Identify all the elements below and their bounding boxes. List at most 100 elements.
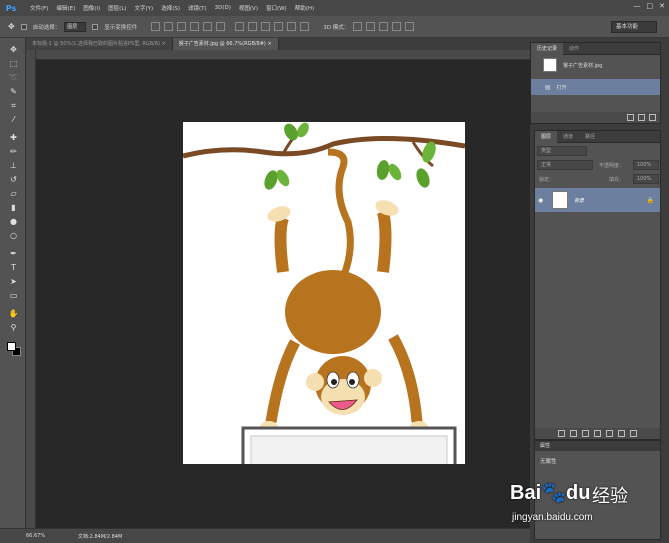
link-layers-icon[interactable] — [558, 430, 565, 437]
blur-icon[interactable]: ● — [8, 216, 19, 227]
delete-layer-icon[interactable] — [630, 430, 637, 437]
watermark-url: jingyan.baidu.com — [512, 512, 593, 523]
menu-help[interactable]: 帮助(H) — [295, 4, 314, 12]
menu-filter[interactable]: 滤镜(T) — [188, 4, 207, 12]
history-snapshot[interactable]: 猴子广告素材.jpg — [531, 57, 660, 73]
type-icon[interactable]: T — [8, 262, 19, 273]
kind-filter[interactable]: 类型 — [537, 146, 587, 156]
distribute-right-icon[interactable] — [300, 22, 310, 31]
tab-channels[interactable]: 通道 — [557, 131, 579, 143]
new-group-icon[interactable] — [606, 430, 613, 437]
tab-actions[interactable]: 动作 — [563, 43, 585, 55]
options-bar: ✥ 自动选择： 图层 显示变换控件 3D 模式： 基本功能 — [0, 16, 669, 38]
menu-edit[interactable]: 编辑(E) — [56, 4, 75, 12]
lock-icon: 🔒 — [646, 196, 654, 204]
distribute-top-icon[interactable] — [235, 22, 245, 31]
pen-icon[interactable]: ✒ — [8, 248, 19, 259]
distribute-bottom-icon[interactable] — [261, 22, 271, 31]
dodge-icon[interactable]: ○ — [8, 230, 19, 241]
path-select-icon[interactable]: ➤ — [8, 276, 19, 287]
menu-type[interactable]: 文字(Y) — [135, 4, 154, 12]
history-footer — [531, 112, 660, 123]
drag-3d-icon[interactable] — [379, 22, 389, 31]
slide-3d-icon[interactable] — [392, 22, 402, 31]
scale-3d-icon[interactable] — [405, 22, 415, 31]
blend-mode-select[interactable]: 正常 — [537, 160, 593, 170]
move-icon[interactable]: ✥ — [8, 44, 19, 55]
roll-3d-icon[interactable] — [366, 22, 376, 31]
history-panel: 历史记录 动作 猴子广告素材.jpg ▤ 打开 — [530, 42, 661, 124]
history-state[interactable]: ▤ 打开 — [531, 79, 660, 95]
baidu-jingyan-watermark: Bai🐾du 经验 jingyan.baidu.com — [510, 478, 660, 538]
snapshot-label: 猴子广告素材.jpg — [563, 62, 603, 69]
new-layer-icon[interactable] — [618, 430, 625, 437]
minimize-button[interactable]: — — [634, 2, 641, 10]
hand-icon[interactable]: ✋ — [8, 308, 19, 319]
auto-select-dropdown[interactable]: 图层 — [64, 21, 87, 32]
align-vcenter-icon[interactable] — [164, 22, 174, 31]
align-right-icon[interactable] — [216, 22, 226, 31]
foreground-color-swatch[interactable] — [7, 342, 16, 351]
history-brush-icon[interactable]: ↺ — [8, 174, 19, 185]
doc-size-info[interactable]: 文档:2.84M/2.84M — [78, 533, 122, 540]
rotate-3d-icon[interactable] — [353, 22, 363, 31]
tab-monkey[interactable]: 猴子广告素材.jpg @ 66.7%(RGB/8#) × — [172, 38, 279, 50]
monkey-artwork — [182, 122, 466, 524]
align-hcenter-icon[interactable] — [203, 22, 213, 31]
fill-input[interactable]: 100% — [633, 174, 659, 184]
layer-thumbnail — [552, 191, 568, 209]
layer-row-background[interactable]: ◉ 背景 🔒 — [535, 188, 660, 212]
adjustment-layer-icon[interactable] — [594, 430, 601, 437]
distribute-vcenter-icon[interactable] — [248, 22, 258, 31]
crop-icon[interactable]: ⌗ — [8, 100, 19, 111]
document-canvas[interactable] — [182, 122, 466, 524]
move-tool-preset-icon[interactable]: ✥ — [8, 22, 15, 31]
healing-icon[interactable]: ✚ — [8, 132, 19, 143]
opacity-input[interactable]: 100% — [633, 160, 659, 170]
menu-file[interactable]: 文件(F) — [30, 4, 48, 12]
layers-panel: 图层 通道 路径 类型 正常 不透明度： 100% 锁定： 填充： 100% ◉… — [534, 130, 661, 440]
baidu-logo: Bai🐾du — [510, 482, 591, 504]
tab-history[interactable]: 历史记录 — [531, 43, 564, 55]
align-top-icon[interactable] — [151, 22, 161, 31]
workspace-select[interactable]: 基本功能 — [611, 21, 657, 33]
distribute-hcenter-icon[interactable] — [287, 22, 297, 31]
snapshot-icon[interactable] — [638, 114, 645, 121]
gradient-icon[interactable]: ▮ — [8, 202, 19, 213]
brush-icon[interactable]: ✏ — [8, 146, 19, 157]
zoom-field[interactable]: 66.67% — [26, 531, 48, 542]
visibility-eye-icon[interactable]: ◉ — [538, 197, 548, 204]
watermark-cn: 经验 — [592, 486, 628, 507]
lasso-icon[interactable]: ➰ — [8, 72, 19, 83]
menu-view[interactable]: 视图(V) — [239, 4, 258, 12]
marquee-icon[interactable]: ⬚ — [8, 58, 19, 69]
eraser-icon[interactable]: ▱ — [8, 188, 19, 199]
auto-select-checkbox[interactable] — [20, 23, 27, 30]
canvas-area — [36, 60, 530, 528]
tab-untitled[interactable]: 未标题-1 @ 50%(1.选择我已取的图片贴进PS里, RGB/8) × — [26, 38, 173, 50]
layer-style-icon[interactable] — [570, 430, 577, 437]
menu-select[interactable]: 选择(S) — [161, 4, 180, 12]
menu-window[interactable]: 窗口(W) — [266, 4, 287, 12]
menu-3d[interactable]: 3D(D) — [215, 5, 231, 11]
shape-icon[interactable]: ▭ — [8, 290, 19, 301]
new-doc-from-state-icon[interactable] — [627, 114, 634, 121]
align-bottom-icon[interactable] — [177, 22, 187, 31]
show-transform-checkbox[interactable] — [92, 23, 99, 30]
menu-layer[interactable]: 图层(L) — [108, 4, 126, 12]
zoom-icon[interactable]: ⚲ — [8, 322, 19, 333]
distribute-left-icon[interactable] — [274, 22, 284, 31]
close-button[interactable]: ✕ — [659, 2, 665, 10]
quick-select-icon[interactable]: ✎ — [8, 86, 19, 97]
stamp-icon[interactable]: ⊥ — [8, 160, 19, 171]
trash-icon[interactable] — [649, 114, 656, 121]
maximize-button[interactable]: □ — [647, 2, 654, 10]
menu-image[interactable]: 图像(I) — [83, 4, 100, 12]
eyedropper-icon[interactable]: ⁄ — [8, 114, 19, 125]
tab-properties[interactable]: 属性 — [535, 441, 660, 451]
tab-paths[interactable]: 路径 — [579, 131, 601, 143]
add-mask-icon[interactable] — [582, 430, 589, 437]
fill-label: 填充： — [609, 177, 625, 183]
tab-layers[interactable]: 图层 — [535, 131, 558, 143]
align-left-icon[interactable] — [190, 22, 200, 31]
